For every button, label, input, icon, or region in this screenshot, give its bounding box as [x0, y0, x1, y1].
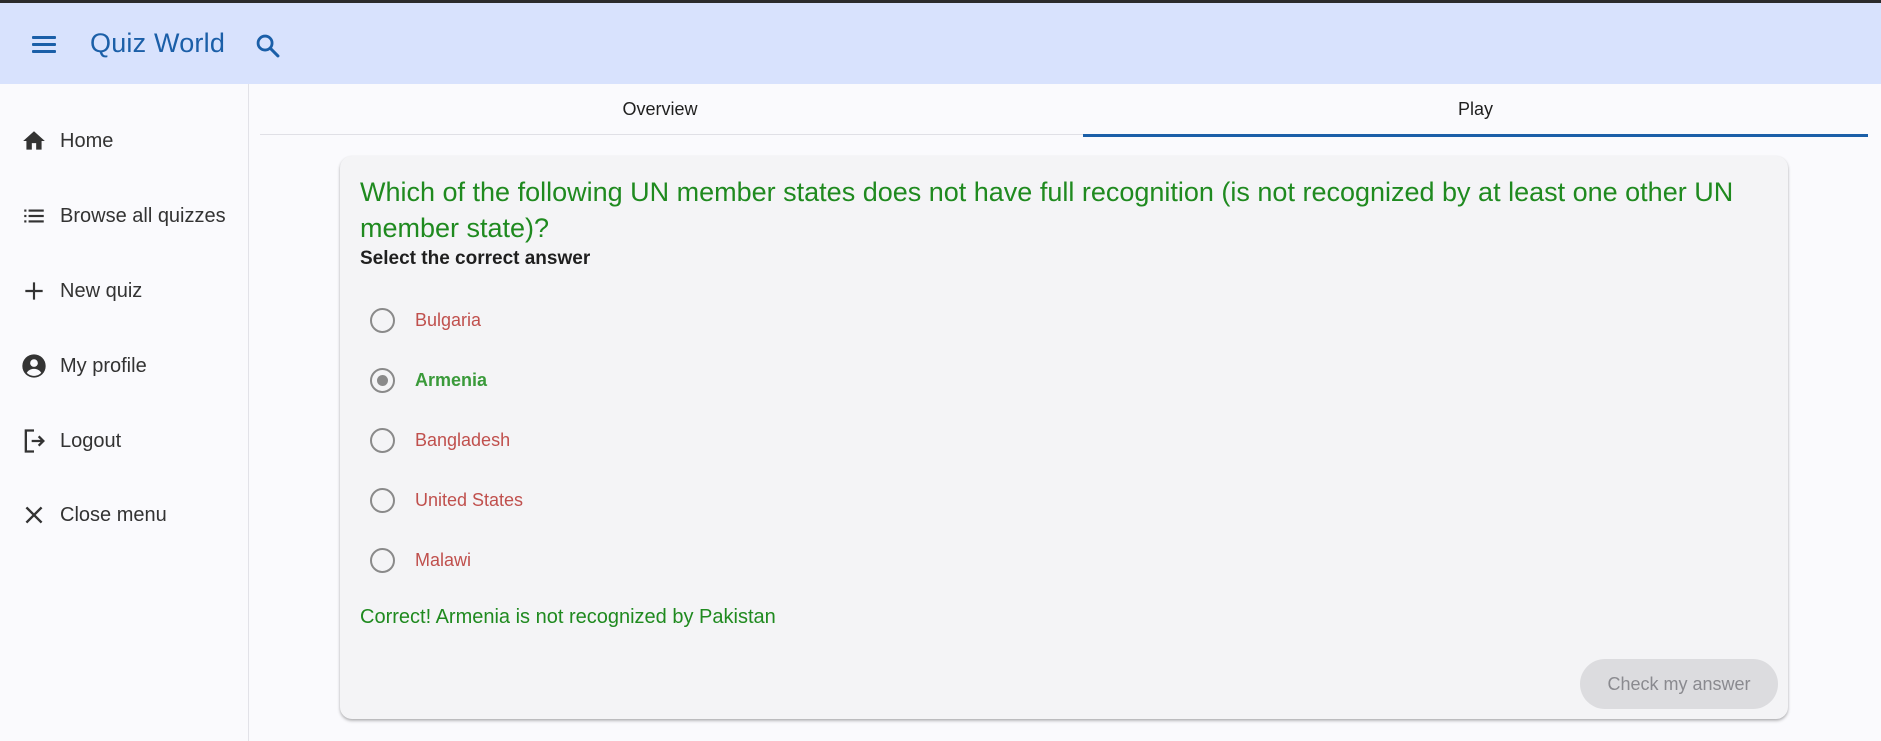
- list-icon: [20, 202, 48, 230]
- sidebar-item-label: Close menu: [60, 503, 167, 526]
- menu-button[interactable]: [30, 33, 60, 57]
- account-circle-icon: [20, 352, 48, 380]
- logout-icon: [20, 427, 48, 455]
- sidebar-item-logout[interactable]: Logout: [0, 413, 249, 469]
- answer-option-bulgaria[interactable]: Bulgaria: [370, 300, 970, 340]
- option-label: Armenia: [415, 369, 488, 390]
- check-answer-button[interactable]: Check my answer: [1580, 659, 1778, 709]
- radio-button[interactable]: [370, 487, 395, 513]
- radio-button[interactable]: [370, 427, 395, 453]
- instruction-text: Select the correct answer: [360, 248, 591, 269]
- tab-overview[interactable]: Overview: [260, 84, 1060, 135]
- sidebar: Home Browse all quizzes New quiz My prof…: [0, 84, 249, 741]
- sidebar-item-home[interactable]: Home: [0, 113, 249, 169]
- answer-option-malawi[interactable]: Malawi: [370, 540, 970, 580]
- sidebar-item-my-profile[interactable]: My profile: [0, 338, 249, 394]
- option-label: Bangladesh: [415, 429, 511, 450]
- feedback-message: Correct! Armenia is not recognized by Pa…: [360, 606, 776, 628]
- radio-button[interactable]: [370, 307, 395, 333]
- top-app-bar: Quiz World: [0, 0, 1881, 84]
- sidebar-item-browse[interactable]: Browse all quizzes: [0, 188, 249, 244]
- tab-play[interactable]: Play: [1083, 84, 1868, 137]
- option-label: Malawi: [415, 549, 472, 570]
- quiz-card: Which of the following UN member states …: [340, 156, 1788, 719]
- question-text: Which of the following UN member states …: [360, 177, 1734, 243]
- hamburger-menu-icon: [32, 36, 56, 39]
- option-label: Bulgaria: [415, 309, 482, 330]
- sidebar-item-label: Home: [60, 129, 114, 152]
- close-icon: [20, 501, 48, 529]
- answer-option-bangladesh[interactable]: Bangladesh: [370, 420, 970, 460]
- app-title: Quiz World: [90, 28, 226, 58]
- sidebar-item-new-quiz[interactable]: New quiz: [0, 263, 249, 319]
- home-icon: [20, 127, 48, 155]
- answer-option-armenia[interactable]: Armenia: [370, 360, 970, 400]
- radio-button[interactable]: [370, 547, 395, 573]
- search-button[interactable]: [254, 32, 282, 60]
- sidebar-item-label: Logout: [60, 429, 122, 452]
- tab-bar: Overview Play: [260, 84, 1868, 137]
- search-icon: [256, 34, 280, 58]
- sidebar-item-label: Browse all quizzes: [60, 204, 226, 227]
- option-label: United States: [415, 489, 524, 510]
- radio-button-selected[interactable]: [370, 367, 395, 393]
- plus-icon: [20, 277, 48, 305]
- sidebar-item-label: My profile: [60, 354, 147, 377]
- sidebar-item-close-menu[interactable]: Close menu: [0, 487, 249, 543]
- answer-option-united-states[interactable]: United States: [370, 480, 970, 520]
- sidebar-item-label: New quiz: [60, 279, 143, 302]
